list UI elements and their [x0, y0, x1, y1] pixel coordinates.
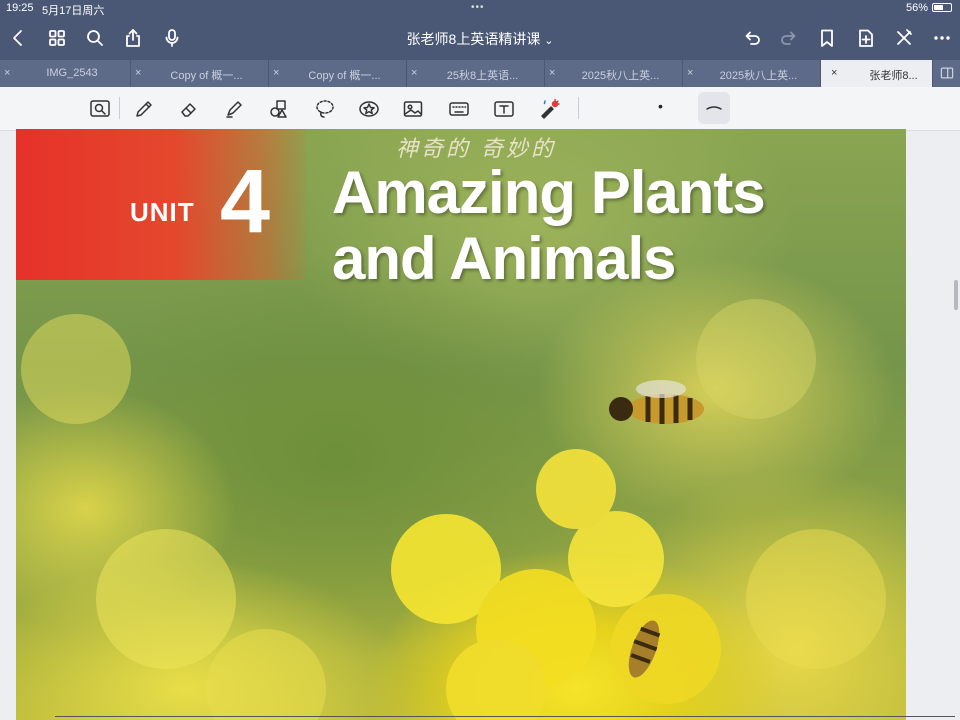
tab-label: 2025秋八上英... — [581, 70, 660, 82]
image-tool[interactable] — [400, 96, 426, 122]
eraser-icon — [181, 103, 196, 117]
text-box-tool[interactable] — [491, 96, 517, 122]
tab-close-icon[interactable]: × — [549, 67, 555, 79]
status-date: 5月17日周六 — [42, 5, 105, 17]
tab-close-icon[interactable]: × — [273, 67, 279, 79]
unit-label: UNIT — [130, 197, 195, 227]
scrollbar[interactable] — [954, 280, 958, 310]
home-indicator — [55, 716, 955, 717]
more-icon — [934, 36, 950, 40]
tab-4[interactable]: × 25秋8上英语... — [407, 60, 545, 87]
bookmark-button[interactable] — [815, 26, 839, 50]
pen-size-dot[interactable]: • — [658, 98, 663, 114]
tab-close-icon[interactable]: × — [831, 67, 837, 79]
pen-icon — [136, 101, 152, 117]
lasso-zoom-icon — [90, 100, 110, 117]
tab-7-active[interactable]: × 张老师8... — [821, 60, 933, 87]
share-button[interactable] — [121, 26, 145, 50]
add-page-button[interactable] — [854, 26, 878, 50]
tab-close-icon[interactable]: × — [4, 67, 10, 79]
tab-1[interactable]: × IMG_2543 — [0, 60, 131, 87]
document-title-text: 张老师8上英语精讲课 — [406, 31, 541, 47]
toolbar-divider — [119, 97, 120, 119]
redo-icon — [781, 31, 796, 45]
highlighter-tool[interactable] — [221, 96, 247, 122]
tab-close-icon[interactable]: × — [411, 67, 417, 79]
microphone-icon — [165, 29, 179, 47]
tab-label: Copy of 概一... — [308, 70, 381, 82]
bee — [609, 380, 704, 424]
tab-label: IMG_2543 — [46, 67, 98, 79]
redo-button[interactable] — [777, 26, 801, 50]
chevron-down-icon: ⌄ — [544, 35, 554, 47]
tab-close-icon[interactable]: × — [687, 67, 693, 79]
shapes-icon — [270, 100, 287, 118]
document-title[interactable]: 张老师8上英语精讲课 ⌄ — [380, 29, 580, 49]
close-edit-button[interactable] — [892, 26, 916, 50]
status-bar: 19:25 5月17日周六 ••• 56% — [0, 0, 960, 17]
grid-view-button[interactable] — [45, 26, 69, 50]
lasso-tool[interactable] — [312, 96, 338, 122]
unit-title-line-1: Amazing Plants — [332, 159, 766, 226]
shapes-tool[interactable] — [266, 96, 292, 122]
add-page-icon — [859, 29, 873, 47]
annotation-toolbar: • — [0, 87, 960, 131]
tab-label: Copy of 概一... — [170, 70, 243, 82]
close-icon — [897, 29, 912, 45]
laser-pointer-tool[interactable] — [536, 96, 562, 122]
more-button[interactable] — [930, 26, 954, 50]
search-button[interactable] — [83, 26, 107, 50]
image-icon — [403, 101, 423, 117]
stroke-style-button[interactable] — [698, 92, 730, 124]
laser-pointer-icon — [541, 98, 560, 119]
sticker-icon — [359, 101, 379, 117]
tab-3[interactable]: × Copy of 概一... — [269, 60, 407, 87]
microphone-button[interactable] — [160, 26, 184, 50]
highlighter-icon — [226, 101, 242, 118]
tab-6[interactable]: × 2025秋八上英... — [683, 60, 821, 87]
tab-label: 25秋8上英语... — [446, 70, 519, 82]
split-view-button[interactable] — [936, 62, 958, 84]
tab-5[interactable]: × 2025秋八上英... — [545, 60, 683, 87]
stroke-style-icon — [706, 106, 722, 110]
undo-icon — [745, 31, 760, 45]
back-button[interactable] — [6, 26, 30, 50]
multitask-dots-icon[interactable]: ••• — [471, 2, 485, 13]
zoom-select-tool[interactable] — [87, 96, 113, 122]
eraser-tool[interactable] — [176, 96, 202, 122]
tab-label: 2025秋八上英... — [719, 70, 798, 82]
keyboard-icon — [449, 102, 469, 116]
tab-label: 张老师8... — [869, 70, 918, 82]
handwritten-annotation: 神奇的 奇妙的 — [396, 137, 556, 162]
unit-number: 4 — [220, 152, 271, 252]
split-view-icon — [940, 67, 954, 79]
search-icon — [87, 30, 103, 46]
tab-bar: × IMG_2543 × Copy of 概一... × Copy of 概一.… — [0, 60, 960, 87]
unit-title-line-2: and Animals — [332, 225, 677, 292]
keyboard-tool[interactable] — [446, 96, 472, 122]
text-box-icon — [494, 101, 514, 117]
undo-button[interactable] — [740, 26, 764, 50]
status-time: 19:25 — [6, 2, 34, 14]
tab-2[interactable]: × Copy of 概一... — [131, 60, 269, 87]
pen-tool[interactable] — [131, 96, 157, 122]
top-navigation-bar: 19:25 5月17日周六 ••• 56% 张老师8上英语精讲课 ⌄ — [0, 0, 960, 60]
document-page[interactable]: UNIT 4 Amazing Plants and Animals 神奇的 奇妙… — [16, 129, 906, 720]
battery-icon — [932, 3, 952, 12]
bookmark-icon — [821, 29, 833, 47]
battery-percent: 56% — [906, 2, 929, 14]
tab-close-icon[interactable]: × — [135, 67, 141, 79]
sticker-tool[interactable] — [356, 96, 382, 122]
toolbar-divider — [578, 97, 579, 119]
lasso-icon — [316, 100, 334, 118]
share-icon — [126, 29, 140, 47]
